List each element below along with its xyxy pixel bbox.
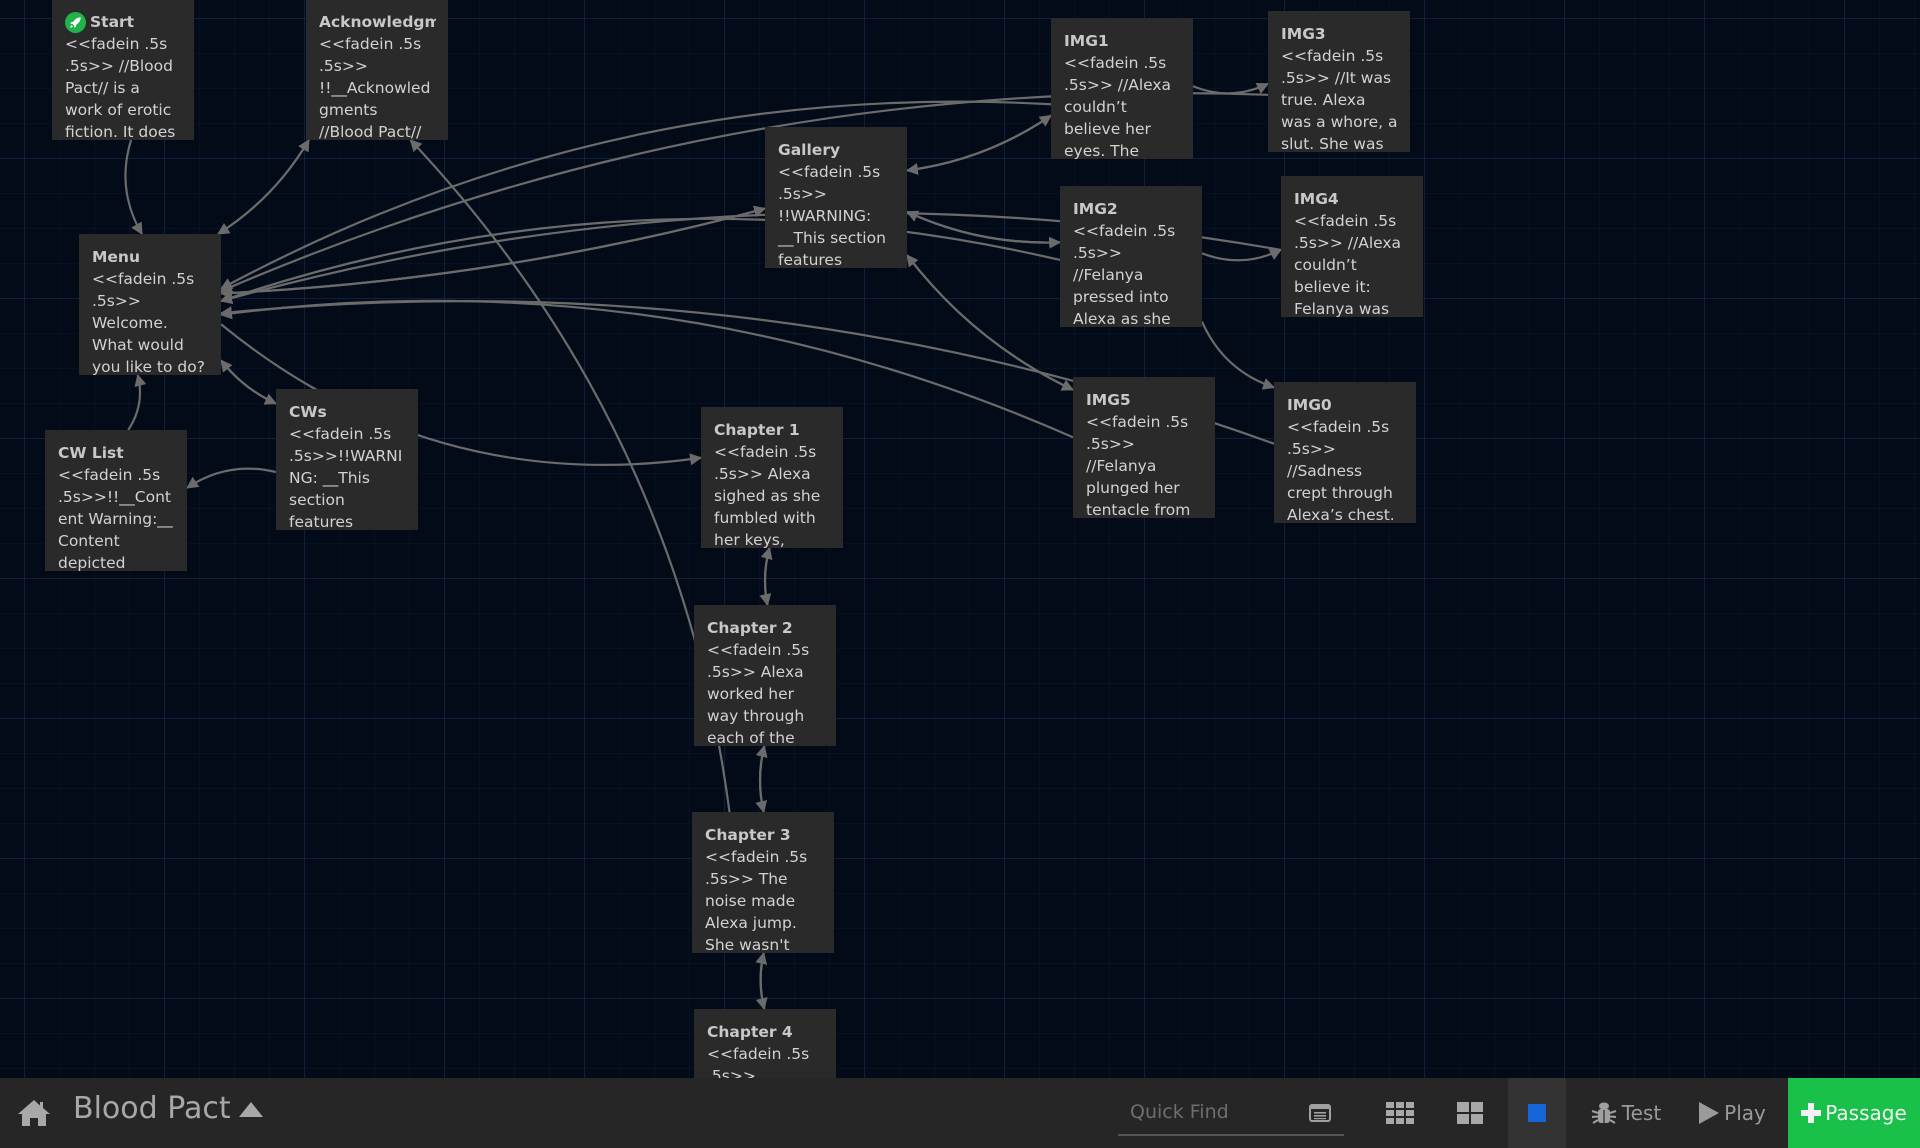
passage-title: Chapter 2: [707, 619, 793, 637]
play-icon: [1699, 1102, 1720, 1124]
passage-excerpt: <<fadein .5s .5s>> //Sadness crept throu…: [1287, 418, 1395, 523]
story-title: Blood Pact: [73, 1091, 231, 1126]
play-button[interactable]: Play: [1694, 1078, 1770, 1148]
passage-excerpt: <<fadein .5s .5s>> Welcome. What would y…: [92, 270, 205, 375]
play-label: Play: [1724, 1101, 1766, 1125]
passage-title: Acknowledgments: [319, 13, 436, 31]
passage-excerpt: <<fadein .5s .5s>> //Blood Pact// is a w…: [65, 35, 176, 140]
passage-chapter-1[interactable]: Chapter 1 <<fadein .5s .5s>> Alexa sighe…: [701, 407, 843, 548]
caret-up-icon: [238, 1102, 263, 1117]
story-title-menu[interactable]: Blood Pact: [73, 1091, 263, 1126]
passage-title: Chapter 4: [707, 1023, 793, 1041]
passage-excerpt: <<fadein .5s .5s>>!!WARNING: __This sect…: [289, 425, 403, 530]
story-details-button[interactable]: [1298, 1078, 1342, 1148]
passage-chapter-2[interactable]: Chapter 2 <<fadein .5s .5s>> Alexa worke…: [694, 605, 836, 746]
link-ch3-to-ch2: [755, 744, 768, 813]
bug-icon: [1591, 1102, 1617, 1124]
link-ch2-to-ch1: [760, 546, 773, 606]
passage-acknowledgments[interactable]: Acknowledgments <<fadein .5s .5s>> !!__A…: [306, 0, 448, 140]
test-button[interactable]: Test: [1586, 1078, 1666, 1148]
link-cws-to-menu: [220, 359, 277, 405]
zoom-medium-button[interactable]: [1448, 1078, 1492, 1148]
passage-title: IMG4: [1294, 190, 1339, 208]
link-cwlist-to-menu: [127, 373, 147, 431]
home-button[interactable]: [16, 1098, 52, 1128]
passage-excerpt: <<fadein .5s .5s>>!!__Content Warning:__…: [58, 466, 173, 571]
passage-title: Chapter 1: [714, 421, 800, 439]
passage-title: IMG0: [1287, 396, 1332, 414]
passage-excerpt: <<fadein .5s .5s>> //Felanya plunged her…: [1086, 413, 1191, 518]
passage-title: Start: [65, 11, 182, 33]
link-img5-to-gallery: [906, 254, 1074, 391]
story-map-canvas[interactable]: Start <<fadein .5s .5s>> //Blood Pact// …: [0, 0, 1920, 1078]
passage-img3[interactable]: IMG3 <<fadein .5s .5s>> //It was true. A…: [1268, 11, 1410, 152]
passage-cw-list[interactable]: CW List <<fadein .5s .5s>>!!__Content Wa…: [45, 430, 187, 571]
passage-img4[interactable]: IMG4 <<fadein .5s .5s>> //Alexa couldn’t…: [1281, 176, 1423, 317]
passage-start[interactable]: Start <<fadein .5s .5s>> //Blood Pact// …: [52, 0, 194, 140]
link-ch4-to-ch3: [755, 951, 768, 1010]
test-label: Test: [1621, 1101, 1662, 1125]
passage-title: IMG5: [1086, 391, 1131, 409]
passage-excerpt: <<fadein .5s .5s>> !!__Acknowledgments /…: [319, 35, 431, 140]
passage-excerpt: <<fadein .5s .5s>>: [707, 1045, 810, 1078]
passage-chapter-3[interactable]: Chapter 3 <<fadein .5s .5s>> The noise m…: [692, 812, 834, 953]
link-img1-to-img3: [1192, 82, 1270, 95]
passage-excerpt: <<fadein .5s .5s>> //Alexa couldn’t beli…: [1064, 54, 1172, 159]
passage-title: IMG2: [1073, 200, 1118, 218]
passage-img1[interactable]: IMG1 <<fadein .5s .5s>> //Alexa couldn’t…: [1051, 18, 1193, 159]
passage-excerpt: <<fadein .5s .5s>> The noise made Alexa …: [705, 848, 808, 953]
passage-img0[interactable]: IMG0 <<fadein .5s .5s>> //Sadness crept …: [1274, 382, 1416, 523]
passage-gallery[interactable]: Gallery <<fadein .5s .5s>> !!WARNING: __…: [765, 127, 907, 268]
passage-title: CW List: [58, 444, 124, 462]
link-menu-to-ack: [217, 138, 310, 235]
link-menu-to-cws: [220, 359, 278, 405]
passage-excerpt: <<fadein .5s .5s>> //It was true. Alexa …: [1281, 47, 1398, 152]
passage-links: [124, 82, 1283, 1011]
passage-title: Gallery: [778, 141, 841, 159]
passage-img5[interactable]: IMG5 <<fadein .5s .5s>> //Felanya plunge…: [1073, 377, 1215, 518]
link-cws-to-cwlist: [185, 467, 277, 489]
square-icon: [1528, 1104, 1546, 1122]
passage-excerpt: <<fadein .5s .5s>> //Felanya pressed int…: [1073, 222, 1176, 327]
passage-menu[interactable]: Menu <<fadein .5s .5s>> Welcome. What wo…: [79, 234, 221, 375]
passage-excerpt: <<fadein .5s .5s>> !!WARNING: __This sec…: [778, 163, 886, 268]
passage-title: Menu: [92, 248, 141, 266]
passage-img2[interactable]: IMG2 <<fadein .5s .5s>> //Felanya presse…: [1060, 186, 1202, 327]
grid-large-icon: [1457, 1102, 1483, 1124]
home-icon: [18, 1100, 50, 1126]
new-passage-label: Passage: [1825, 1101, 1907, 1125]
link-img2-to-img4: [1201, 248, 1283, 262]
passage-title: IMG1: [1064, 32, 1109, 50]
link-start-to-menu: [124, 139, 143, 236]
passage-title: IMG3: [1281, 25, 1326, 43]
passage-excerpt: <<fadein .5s .5s>> Alexa sighed as she f…: [714, 443, 821, 548]
plus-icon: [1801, 1103, 1822, 1123]
passage-title: CWs: [289, 403, 327, 421]
passage-cws[interactable]: CWs <<fadein .5s .5s>>!!WARNING: __This …: [276, 389, 418, 530]
grid-small-icon: [1386, 1102, 1414, 1124]
rocket-icon: [65, 11, 86, 33]
passage-excerpt: <<fadein .5s .5s>> Alexa worked her way …: [707, 641, 810, 746]
passage-title: Chapter 3: [705, 826, 791, 844]
story-toolbar: Blood Pact Quick Find Test Play Passage: [0, 1078, 1920, 1148]
passage-excerpt: <<fadein .5s .5s>> //Alexa couldn’t beli…: [1294, 212, 1402, 317]
zoom-full-button[interactable]: [1508, 1078, 1566, 1148]
new-passage-button[interactable]: Passage: [1788, 1078, 1920, 1148]
passage-chapter-4[interactable]: Chapter 4 <<fadein .5s .5s>>: [694, 1009, 836, 1078]
story-details-icon: [1309, 1104, 1331, 1122]
zoom-small-button[interactable]: [1378, 1078, 1422, 1148]
link-img1-to-gallery: [905, 114, 1052, 176]
link-gallery-to-img1: [906, 114, 1052, 172]
link-gallery-to-img5: [906, 254, 1075, 391]
link-ack-to-menu: [217, 139, 310, 235]
